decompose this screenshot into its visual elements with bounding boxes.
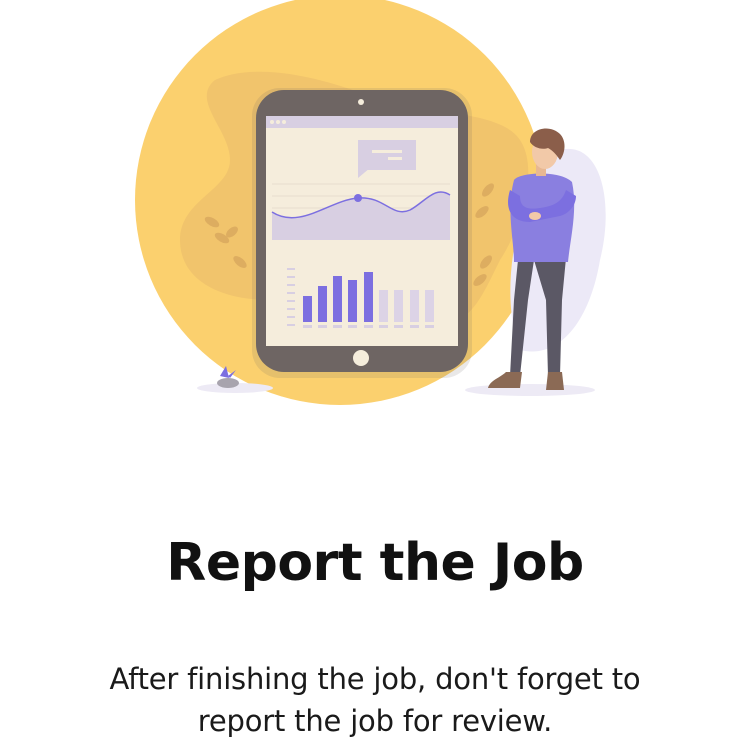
tablet-home-button xyxy=(353,350,369,366)
page-title: Report the Job xyxy=(166,533,584,593)
tablet-camera xyxy=(358,99,364,105)
page-description: After finishing the job, don't forget to… xyxy=(109,662,641,738)
onboarding-screen: Report the Job After finishing the job, … xyxy=(0,0,750,740)
tablet-report-illustration xyxy=(135,0,606,405)
